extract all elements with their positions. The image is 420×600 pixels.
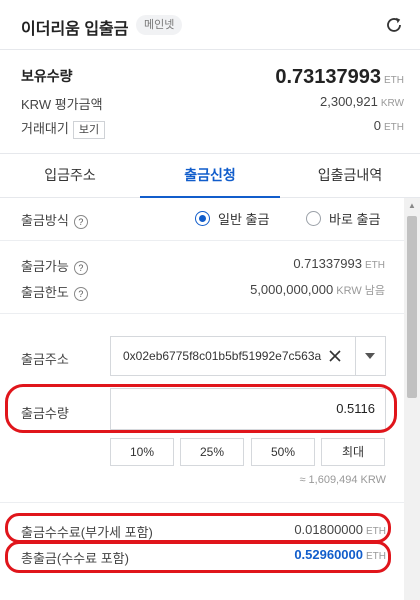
divider	[0, 313, 404, 314]
radio-circle	[306, 211, 321, 226]
scrollbar[interactable]: ▲	[404, 198, 420, 600]
krw-estimate: ≈ 1,609,494 KRW	[299, 474, 386, 486]
limit-value: 5,000,000,000	[250, 282, 334, 297]
tab-history[interactable]: 입출금내역	[280, 154, 420, 198]
balance-unit: ETH	[384, 75, 404, 86]
question-mark-icon[interactable]: ?	[73, 214, 88, 229]
refresh-icon[interactable]	[384, 15, 404, 35]
method-row: 출금방식? 일반 출금 바로 출금	[0, 209, 404, 229]
chevron-down-icon[interactable]	[365, 353, 375, 359]
available-value: 0.71337993	[293, 256, 362, 271]
total-unit: ETH	[366, 551, 386, 562]
radio-instant-withdraw[interactable]: 바로 출금	[306, 209, 380, 228]
amount-label: 출금수량	[21, 406, 69, 421]
page-title: 이더리움 입출금	[21, 21, 129, 38]
available-label: 출금가능	[21, 259, 69, 274]
close-icon[interactable]	[326, 347, 344, 365]
address-label: 출금주소	[21, 352, 69, 367]
pending-label: 거래대기	[21, 121, 69, 136]
pct-max-button[interactable]: 최대	[321, 438, 385, 466]
tab-deposit-address[interactable]: 입금주소	[0, 154, 140, 198]
scroll-up-icon[interactable]: ▲	[404, 198, 420, 214]
amount-input[interactable]: 0.5116	[110, 388, 386, 430]
pct-10-button[interactable]: 10%	[110, 438, 174, 466]
divider	[355, 337, 356, 375]
krw-label: KRW 평가금액	[21, 97, 103, 112]
available-unit: ETH	[365, 260, 385, 271]
pct-25-button[interactable]: 25%	[180, 438, 244, 466]
amount-value: 0.5116	[336, 401, 375, 416]
scrollbar-thumb[interactable]	[407, 216, 417, 398]
radio-normal-withdraw[interactable]: 일반 출금	[195, 209, 269, 228]
balance-value: 0.73137993	[275, 66, 381, 88]
address-value: 0x02eb6775f8c01b5bf51992e7c563a	[123, 349, 322, 363]
radio-label: 바로 출금	[329, 212, 381, 227]
radio-circle	[195, 211, 210, 226]
total-value: 0.52960000	[294, 547, 363, 562]
method-label: 출금방식	[21, 213, 69, 228]
krw-unit: KRW	[380, 98, 404, 109]
available-row: 출금가능? 0.71337993 ETH	[0, 256, 404, 276]
question-mark-icon[interactable]: ?	[73, 260, 88, 275]
fee-value: 0.01800000	[294, 522, 363, 537]
tab-withdraw-request[interactable]: 출금신청	[140, 154, 280, 198]
pct-50-button[interactable]: 50%	[251, 438, 315, 466]
tab-bar: 입금주소 출금신청 입출금내역	[0, 154, 420, 198]
pending-value: 0	[373, 118, 381, 133]
pending-unit: ETH	[384, 122, 404, 133]
limit-label: 출금한도	[21, 285, 69, 300]
holdings-panel: 보유수량 0.73137993 ETH KRW 평가금액 2,300,921 KRW…	[0, 50, 420, 154]
limit-unit: KRW 남음	[336, 285, 385, 297]
pending-view-button[interactable]: 보기	[72, 120, 106, 139]
total-label: 총출금(수수료 포함)	[21, 551, 129, 566]
address-input[interactable]: 0x02eb6775f8c01b5bf51992e7c563a	[110, 336, 386, 376]
network-badge: 메인넷	[136, 15, 183, 35]
divider	[0, 502, 404, 503]
limit-row: 출금한도? 5,000,000,000 KRW 남음	[0, 282, 404, 302]
balance-label: 보유수량	[21, 68, 73, 84]
divider	[0, 240, 404, 241]
fee-label: 출금수수료(부가세 포함)	[21, 525, 153, 540]
radio-label: 일반 출금	[218, 212, 270, 227]
fee-unit: ETH	[366, 526, 386, 537]
header: 이더리움 입출금 메인넷	[0, 0, 420, 50]
question-mark-icon[interactable]: ?	[73, 286, 88, 301]
krw-value: 2,300,921	[320, 94, 378, 109]
